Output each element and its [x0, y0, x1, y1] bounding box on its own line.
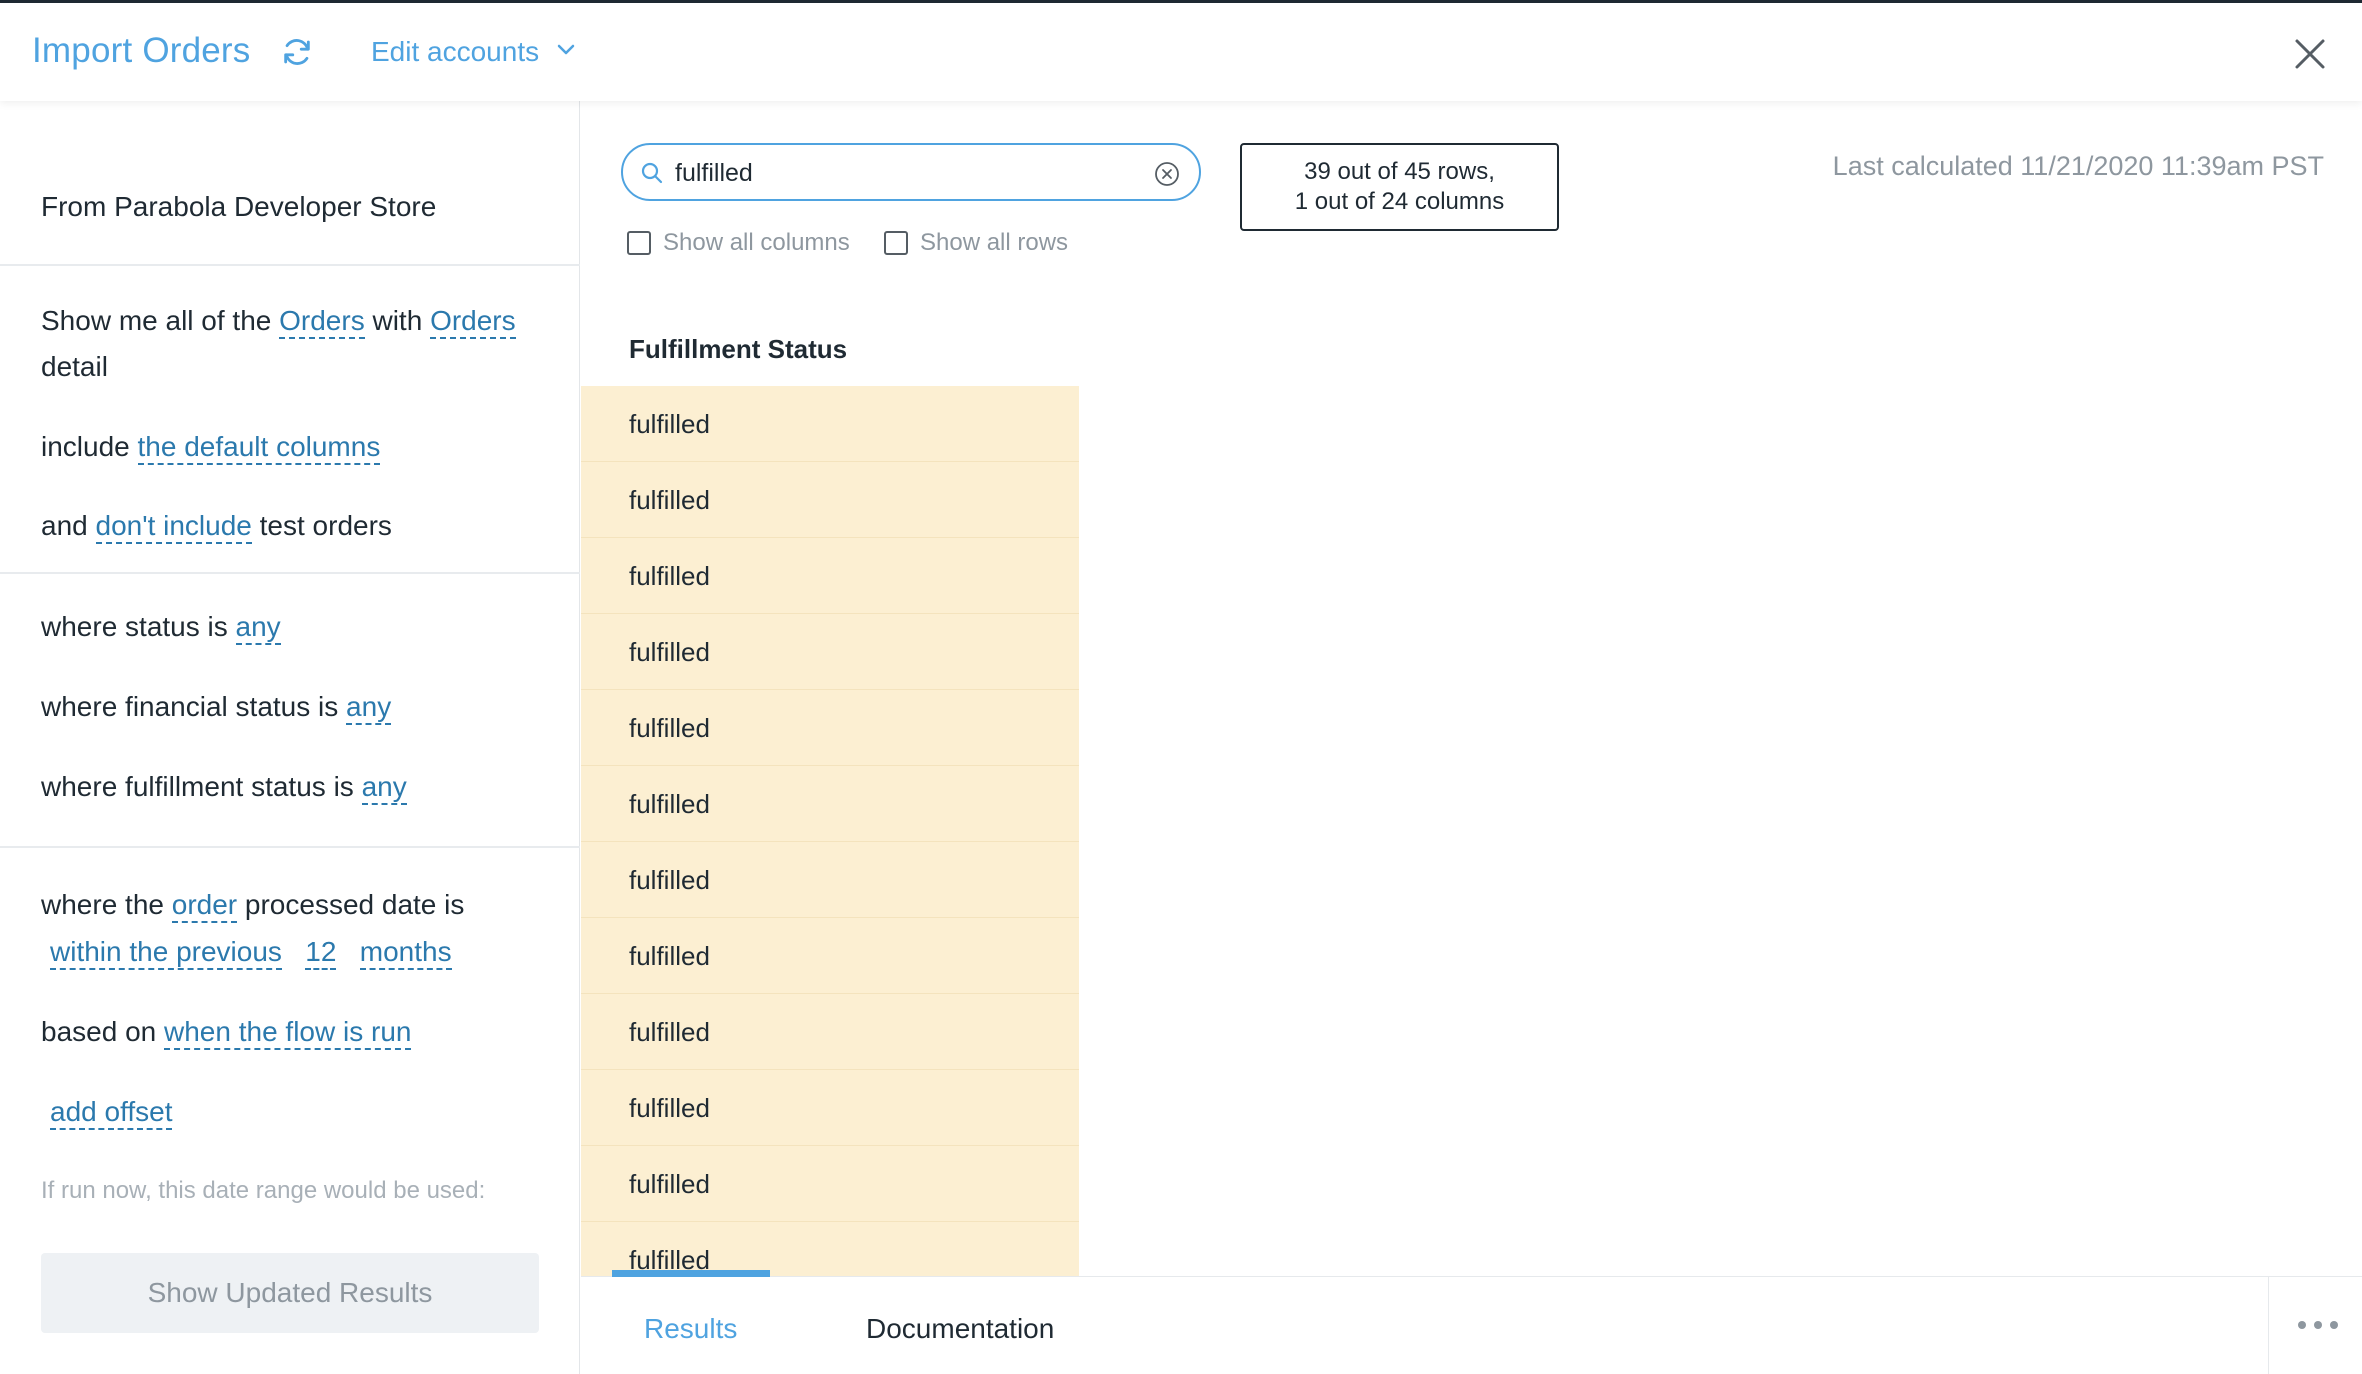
based-on-selector[interactable]: when the flow is run: [164, 1016, 412, 1050]
financial-filter: where financial status is any: [41, 684, 392, 729]
active-tab-indicator: [612, 1270, 770, 1277]
search-box: [621, 143, 1201, 201]
where-the-text: where the: [41, 889, 164, 920]
range-amount-input[interactable]: 12: [305, 936, 337, 970]
add-offset-link[interactable]: add offset: [50, 1096, 173, 1130]
range-type-selector[interactable]: within the previous: [50, 936, 282, 970]
table-cell[interactable]: fulfilled: [581, 538, 1079, 614]
entity-selector[interactable]: Orders: [279, 305, 365, 339]
table-cell[interactable]: fulfilled: [581, 994, 1079, 1070]
source-label: From Parabola Developer Store: [41, 191, 437, 222]
fulfillment-prefix: where fulfillment status is: [41, 771, 354, 802]
refresh-icon[interactable]: [280, 35, 314, 69]
more-icon[interactable]: [2296, 1315, 2340, 1335]
detail-suffix: detail: [41, 351, 108, 382]
query-section: Show me all of the Orders with Orders de…: [0, 266, 580, 574]
checkbox-box[interactable]: [627, 231, 651, 255]
bottom-tab-bar: Results Documentation: [581, 1270, 2362, 1374]
table-cell[interactable]: fulfilled: [581, 462, 1079, 538]
source-section: From Parabola Developer Store: [0, 101, 580, 266]
include-prefix: include: [41, 431, 130, 462]
range-unit-selector[interactable]: months: [359, 936, 452, 970]
show-prefix: Show me all of the: [41, 305, 272, 336]
financial-status-selector[interactable]: any: [346, 691, 392, 725]
query-line-1: Show me all of the Orders with Orders: [41, 298, 516, 343]
date-line-2: within the previous 12 months: [50, 929, 452, 974]
tab-documentation[interactable]: Documentation: [866, 1313, 1054, 1345]
show-all-rows-label: Show all rows: [920, 229, 1069, 256]
table-cell[interactable]: fulfilled: [581, 842, 1079, 918]
test-orders-line: and don't include test orders: [41, 503, 392, 548]
results-column: fulfilled fulfilled fulfilled fulfilled …: [581, 386, 1079, 1276]
show-all-columns-checkbox[interactable]: Show all columns: [627, 229, 850, 257]
search-icon: [641, 162, 663, 184]
table-cell[interactable]: fulfilled: [581, 1070, 1079, 1146]
edit-accounts-dropdown[interactable]: Edit accounts: [371, 36, 539, 68]
fulfillment-filter: where fulfillment status is any: [41, 764, 407, 809]
table-cell[interactable]: fulfilled: [581, 690, 1079, 766]
with-text: with: [372, 305, 423, 336]
based-on-line: based on when the flow is run: [41, 1009, 412, 1054]
show-all-rows-checkbox[interactable]: Show all rows: [884, 229, 1068, 257]
processed-suffix: processed date is: [244, 889, 465, 920]
show-all-columns-label: Show all columns: [663, 229, 850, 256]
chevron-down-icon[interactable]: [556, 43, 576, 57]
include-line: include the default columns: [41, 424, 381, 469]
columns-selector[interactable]: the default columns: [137, 431, 381, 465]
table-cell[interactable]: fulfilled: [581, 918, 1079, 994]
date-range-hint: If run now, this date range would be use…: [41, 1177, 486, 1204]
test-suffix: test orders: [259, 510, 392, 541]
test-orders-selector[interactable]: don't include: [95, 510, 252, 544]
last-calculated: Last calculated 11/21/2020 11:39am PST: [1832, 151, 2324, 181]
table-cell[interactable]: fulfilled: [581, 766, 1079, 842]
add-offset-line: add offset: [50, 1089, 173, 1134]
and-prefix: and: [41, 510, 88, 541]
status-selector[interactable]: any: [235, 611, 281, 645]
results-panel: 39 out of 45 rows, 1 out of 24 columns L…: [581, 101, 2362, 1276]
header-bar: Import Orders Edit accounts: [0, 3, 2362, 101]
column-header[interactable]: Fulfillment Status: [629, 334, 847, 365]
table-cell[interactable]: fulfilled: [581, 386, 1079, 462]
divider: [2268, 1277, 2269, 1374]
table-cell[interactable]: fulfilled: [581, 1146, 1079, 1222]
date-field-selector[interactable]: order: [171, 889, 238, 923]
show-updated-results-button[interactable]: Show Updated Results: [41, 1253, 539, 1333]
detail-entity-selector[interactable]: Orders: [430, 305, 516, 339]
fulfillment-status-selector[interactable]: any: [361, 771, 407, 805]
financial-prefix: where financial status is: [41, 691, 339, 722]
status-filter: where status is any: [41, 604, 281, 649]
tab-results[interactable]: Results: [644, 1313, 737, 1345]
clear-search-icon[interactable]: [1153, 160, 1181, 188]
filters-section: where status is any where financial stat…: [0, 574, 580, 848]
row-count: 39 out of 45 rows,: [1304, 158, 1495, 185]
search-input[interactable]: [675, 155, 1135, 191]
date-line-1: where the order processed date is: [41, 882, 464, 927]
left-settings-panel: From Parabola Developer Store Show me al…: [0, 101, 580, 1374]
column-count: 1 out of 24 columns: [1294, 188, 1505, 215]
based-on-prefix: based on: [41, 1016, 157, 1047]
page-title: Import Orders: [32, 31, 251, 70]
table-cell[interactable]: fulfilled: [581, 1222, 1079, 1276]
status-prefix: where status is: [41, 611, 228, 642]
row-column-count: 39 out of 45 rows, 1 out of 24 columns: [1240, 143, 1559, 231]
table-cell[interactable]: fulfilled: [581, 614, 1079, 690]
close-icon[interactable]: [2293, 37, 2327, 71]
checkbox-box[interactable]: [884, 231, 908, 255]
